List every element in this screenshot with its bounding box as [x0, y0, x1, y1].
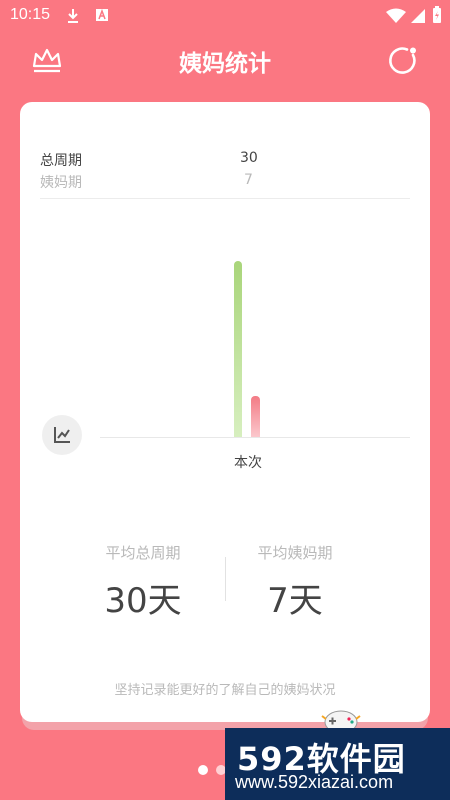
avg-period-value: 7天: [267, 581, 323, 621]
stats-card: 总周期 30 姨妈期 7 本次 平均总周期 30天 平均姨妈期 7天 坚持记录能…: [20, 102, 430, 722]
page-title: 姨妈统计: [179, 51, 271, 77]
avg-period-stat: 平均姨妈期 7天: [220, 542, 370, 622]
chart-toggle-button[interactable]: [42, 415, 82, 455]
top-bar: 姨妈统计: [0, 32, 450, 92]
download-icon: [68, 9, 78, 23]
refresh-icon[interactable]: [386, 44, 420, 78]
app-notification-icon: [96, 8, 108, 21]
watermark-url: www.592xiazai.com: [235, 772, 394, 792]
chart-baseline: [100, 437, 410, 438]
avg-period-label: 平均姨妈期: [257, 544, 333, 562]
line-chart-icon: [54, 427, 70, 443]
battery-icon: [433, 6, 441, 23]
wifi-icon: [386, 8, 406, 23]
status-time: 10:15: [10, 6, 51, 23]
legend-period-label: 姨妈期: [40, 175, 82, 191]
legend-divider: [40, 198, 410, 199]
legend-period-value: 7: [244, 172, 253, 188]
legend-total-label: 总周期: [40, 153, 82, 169]
avg-total-value: 30天: [104, 581, 182, 621]
bar-period: [251, 396, 260, 437]
avg-total-stat: 平均总周期 30天: [68, 542, 218, 622]
watermark: 592软件园 www.592xiazai.com: [225, 728, 450, 800]
status-bar: 10:15: [0, 0, 450, 32]
page-dot-active[interactable]: [198, 765, 208, 775]
x-tick-label: 本次: [234, 455, 262, 471]
bar-total-cycle: [234, 261, 242, 437]
signal-icon: [411, 9, 425, 23]
avg-total-label: 平均总周期: [105, 544, 181, 562]
legend-total-value: 30: [240, 150, 258, 166]
tip-text: 坚持记录能更好的了解自己的姨妈状况: [114, 683, 336, 698]
